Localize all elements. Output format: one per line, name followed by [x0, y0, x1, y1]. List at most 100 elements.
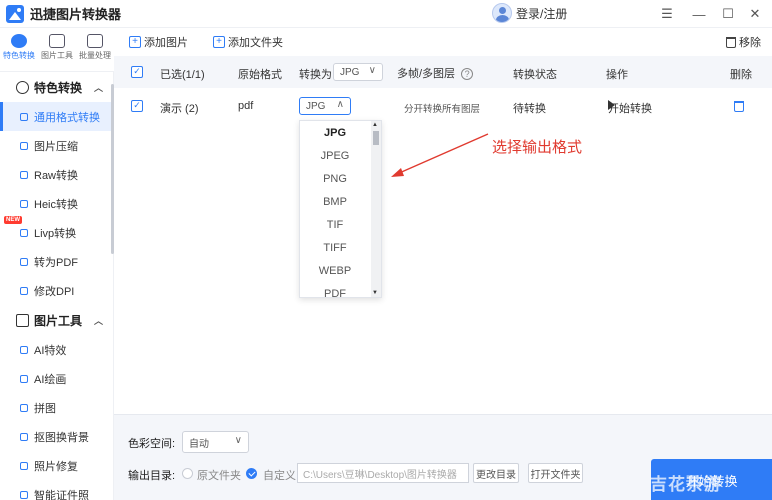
trash-icon — [726, 36, 736, 48]
dropdown-scrollbar[interactable]: ▲ ▼ — [371, 121, 381, 297]
remove-button[interactable]: 移除 — [726, 34, 761, 50]
raw-icon — [20, 170, 28, 179]
sidebar-item-label: AI特效 — [34, 344, 67, 357]
section-feature-convert[interactable]: 特色转换 ︿ — [0, 72, 113, 102]
change-dir-button[interactable]: 更改目录 — [473, 463, 519, 483]
add-folder-button[interactable]: + 添加文件夹 — [213, 34, 283, 50]
bulk-format-select[interactable]: JPG ∨ — [333, 63, 383, 81]
collage-icon — [20, 403, 28, 412]
original-folder-radio[interactable] — [182, 468, 193, 479]
row-start-button[interactable]: 开始转换 — [608, 100, 652, 116]
sidebar-item-ai-effects[interactable]: AI特效 — [0, 335, 113, 364]
help-icon[interactable]: ? — [461, 68, 474, 80]
avatar-icon[interactable] — [492, 3, 512, 23]
header-action: 操作 — [606, 69, 628, 81]
format-option[interactable]: JPEG — [300, 144, 370, 167]
frames-option[interactable]: 分开转换所有图层 — [404, 101, 480, 115]
watermark: 吉花茶游 — [650, 475, 722, 494]
heic-icon — [20, 199, 28, 208]
app-title: 迅捷图片转换器 — [30, 7, 122, 22]
sidebar-item-label: Raw转换 — [34, 169, 79, 182]
format-option[interactable]: TIFF — [300, 236, 370, 259]
sidebar-item-id-photo[interactable]: 智能证件照 — [0, 480, 113, 500]
format-dropdown: JPG JPEG PNG BMP TIF TIFF WEBP PDF ▲ ▼ — [299, 120, 382, 298]
row-format-value: JPG — [306, 100, 326, 112]
sidebar-item-label: 修改DPI — [34, 285, 75, 298]
sidebar-item-heic[interactable]: Heic转换 — [0, 189, 113, 218]
tab-label: 批量处理 — [79, 51, 111, 60]
output-path-input[interactable]: C:\Users\豆琳\Desktop\图片转换器 — [297, 463, 469, 483]
chevron-up-icon[interactable]: ︿ — [94, 81, 103, 94]
maximize-icon[interactable]: ☐ — [718, 4, 738, 24]
scroll-down-icon[interactable]: ▼ — [372, 290, 378, 296]
add-image-icon: + — [129, 36, 141, 48]
close-icon[interactable]: ✕ — [745, 4, 765, 24]
sidebar-item-cutout[interactable]: 抠图换背景 — [0, 422, 113, 451]
image-tools-icon — [49, 34, 65, 48]
section-title: 特色转换 — [34, 80, 83, 95]
table-row: ✓ 演示 (2) pdf JPG ∧ 分开转换所有图层 待转换 开始转换 — [114, 90, 772, 122]
output-dir-label: 输出目录: — [128, 470, 176, 482]
menu-icon[interactable]: ☰ — [657, 4, 677, 24]
scroll-thumb[interactable] — [373, 131, 379, 145]
sidebar-item-label: 图片压缩 — [34, 140, 78, 153]
ai-effects-icon — [20, 345, 28, 354]
format-option[interactable]: PNG — [300, 167, 370, 190]
sidebar-item-label: AI绘画 — [34, 373, 67, 386]
format-option[interactable]: BMP — [300, 190, 370, 213]
sidebar-item-livp[interactable]: NEW Livp转换 — [0, 216, 113, 247]
color-space-select[interactable]: 自动 ∨ — [182, 431, 249, 453]
select-all-checkbox[interactable]: ✓ — [131, 66, 143, 78]
dpi-icon — [20, 286, 28, 295]
section-title: 图片工具 — [34, 313, 83, 328]
chevron-up-icon[interactable]: ︿ — [94, 314, 103, 327]
format-option[interactable]: WEBP — [300, 259, 370, 282]
tab-image-tools[interactable]: 图片工具 — [38, 28, 76, 71]
sidebar-item-label: Livp转换 — [34, 227, 77, 240]
sidebar-item-label: Heic转换 — [34, 198, 79, 211]
row-format-select[interactable]: JPG ∧ — [299, 97, 351, 115]
sidebar-item-raw[interactable]: Raw转换 — [0, 160, 113, 189]
sidebar-item-compress[interactable]: 图片压缩 — [0, 131, 113, 160]
annotation-arrow-icon — [391, 133, 489, 177]
ai-paint-icon — [20, 374, 28, 383]
login-link[interactable]: 登录/注册 — [516, 5, 567, 22]
sidebar: 特色转换 ︿ 通用格式转换 图片压缩 Raw转换 Heic转换 NEW Livp… — [0, 72, 114, 500]
sidebar-item-label: 通用格式转换 — [34, 111, 100, 124]
header-multi-frame: 多帧/多图层 ? — [397, 65, 474, 81]
minimize-icon[interactable]: — — [689, 4, 709, 24]
tab-feature-convert[interactable]: 特色转换 — [0, 28, 38, 71]
tab-label: 图片工具 — [41, 51, 73, 60]
feature-section-icon — [16, 80, 29, 94]
original-folder-label: 原文件夹 — [197, 470, 241, 482]
sidebar-item-to-pdf[interactable]: 转为PDF — [0, 247, 113, 276]
photo-repair-icon — [20, 461, 28, 470]
section-image-tools[interactable]: 图片工具 ︿ — [0, 305, 113, 335]
sidebar-item-dpi[interactable]: 修改DPI — [0, 276, 113, 305]
general-convert-icon — [20, 112, 28, 121]
login-area[interactable]: 登录/注册 — [492, 3, 567, 23]
tab-batch[interactable]: 批量处理 — [76, 28, 114, 71]
format-option[interactable]: PDF — [300, 282, 370, 298]
color-space-label: 色彩空间: — [128, 438, 176, 450]
livp-icon — [20, 228, 28, 237]
add-image-button[interactable]: + 添加图片 — [129, 34, 188, 50]
header-delete: 删除 — [730, 69, 752, 81]
custom-dir-radio[interactable] — [246, 468, 257, 479]
row-checkbox[interactable]: ✓ — [131, 100, 143, 112]
sidebar-item-ai-paint[interactable]: AI绘画 — [0, 364, 113, 393]
pdf-icon — [20, 257, 28, 266]
sidebar-item-general-convert[interactable]: 通用格式转换 — [0, 102, 113, 131]
open-folder-button[interactable]: 打开文件夹 — [528, 463, 583, 483]
scroll-up-icon[interactable]: ▲ — [372, 122, 378, 128]
add-image-label: 添加图片 — [144, 37, 188, 49]
format-option[interactable]: JPG — [300, 121, 370, 144]
sidebar-item-photo-repair[interactable]: 照片修复 — [0, 451, 113, 480]
sidebar-item-label: 转为PDF — [34, 256, 78, 269]
delete-icon[interactable] — [734, 101, 744, 112]
sidebar-item-collage[interactable]: 拼图 — [0, 393, 113, 422]
play-icon — [608, 100, 615, 110]
format-option[interactable]: TIF — [300, 213, 370, 236]
sidebar-item-label: 拼图 — [34, 402, 56, 415]
id-photo-icon — [20, 490, 28, 499]
